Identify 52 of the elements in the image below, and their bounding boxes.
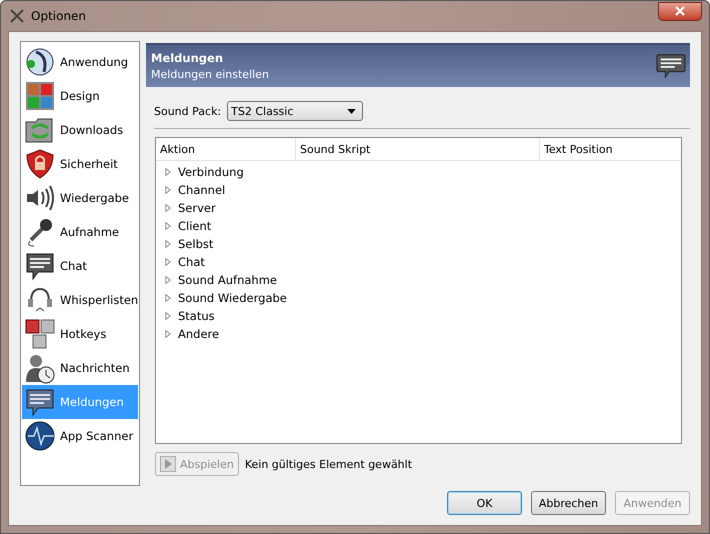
- sidebar-item[interactable]: Chat: [22, 249, 138, 283]
- tree-item[interactable]: Sound Aufnahme: [178, 273, 277, 287]
- expand-arrow-icon[interactable]: [164, 294, 171, 302]
- expand-arrow-icon[interactable]: [164, 168, 171, 176]
- color-tiles-icon: [24, 80, 56, 112]
- expand-arrow-icon[interactable]: [164, 276, 171, 284]
- column-header[interactable]: Aktion: [156, 138, 296, 160]
- tree-item[interactable]: Sound Wiedergabe: [178, 291, 287, 305]
- expand-arrow-icon[interactable]: [164, 186, 171, 194]
- expand-arrow-icon[interactable]: [164, 312, 171, 320]
- expand-arrow-icon[interactable]: [164, 240, 171, 248]
- sidebar-item[interactable]: Hotkeys: [22, 317, 138, 351]
- sidebar-item[interactable]: Anwendung: [22, 45, 138, 79]
- dialog-button[interactable]: OK: [447, 491, 522, 515]
- tree-item[interactable]: Client: [178, 219, 212, 233]
- app-logo-icon: [24, 46, 56, 78]
- tree-item[interactable]: Selbst: [178, 237, 214, 251]
- sidebar-item[interactable]: App Scanner: [22, 419, 138, 453]
- column-header[interactable]: Text Position: [540, 138, 681, 160]
- sidebar-item[interactable]: Whisperlisten: [22, 283, 138, 317]
- sidebar-item[interactable]: Design: [22, 79, 138, 113]
- person-clock-icon: [24, 352, 56, 384]
- tree-item[interactable]: Chat: [178, 255, 205, 269]
- globe-icon: [24, 420, 56, 452]
- expand-arrow-icon[interactable]: [164, 330, 171, 338]
- sidebar-item[interactable]: Aufnahme: [22, 215, 138, 249]
- column-header[interactable]: Sound Skript: [296, 138, 540, 160]
- caret-icon: [347, 108, 356, 114]
- expand-arrow-icon[interactable]: [164, 204, 171, 212]
- expand-arrow-icon[interactable]: [164, 222, 171, 230]
- close-icon: [675, 6, 685, 16]
- sidebar-item[interactable]: Wiedergabe: [22, 181, 138, 215]
- play-icon: [160, 456, 176, 472]
- tree-item[interactable]: Server: [178, 201, 216, 215]
- window-title: Optionen: [31, 9, 88, 23]
- expand-arrow-icon[interactable]: [164, 258, 171, 266]
- page-subtitle: Meldungen einstellen: [151, 68, 270, 81]
- sound-pack-label: Sound Pack:: [154, 104, 222, 118]
- sidebar-item[interactable]: Sicherheit: [22, 147, 138, 181]
- page-title: Meldungen: [151, 51, 224, 65]
- key-tiles-icon: [24, 318, 56, 350]
- tree-item[interactable]: Andere: [178, 327, 220, 341]
- sound-pack-dropdown[interactable]: TS2 Classic: [227, 101, 364, 121]
- tree-item[interactable]: Channel: [178, 183, 226, 197]
- tree-item[interactable]: Verbindung: [178, 165, 244, 179]
- status-text: Kein gültiges Element gewählt: [244, 458, 412, 470]
- sidebar-item[interactable]: Nachrichten: [22, 351, 138, 385]
- close-button[interactable]: [658, 2, 702, 20]
- tree-item[interactable]: Status: [178, 309, 215, 323]
- shield-lock-icon: [24, 148, 56, 180]
- sidebar-item[interactable]: Downloads: [22, 113, 138, 147]
- dialog-button[interactable]: Abbrechen: [531, 491, 606, 515]
